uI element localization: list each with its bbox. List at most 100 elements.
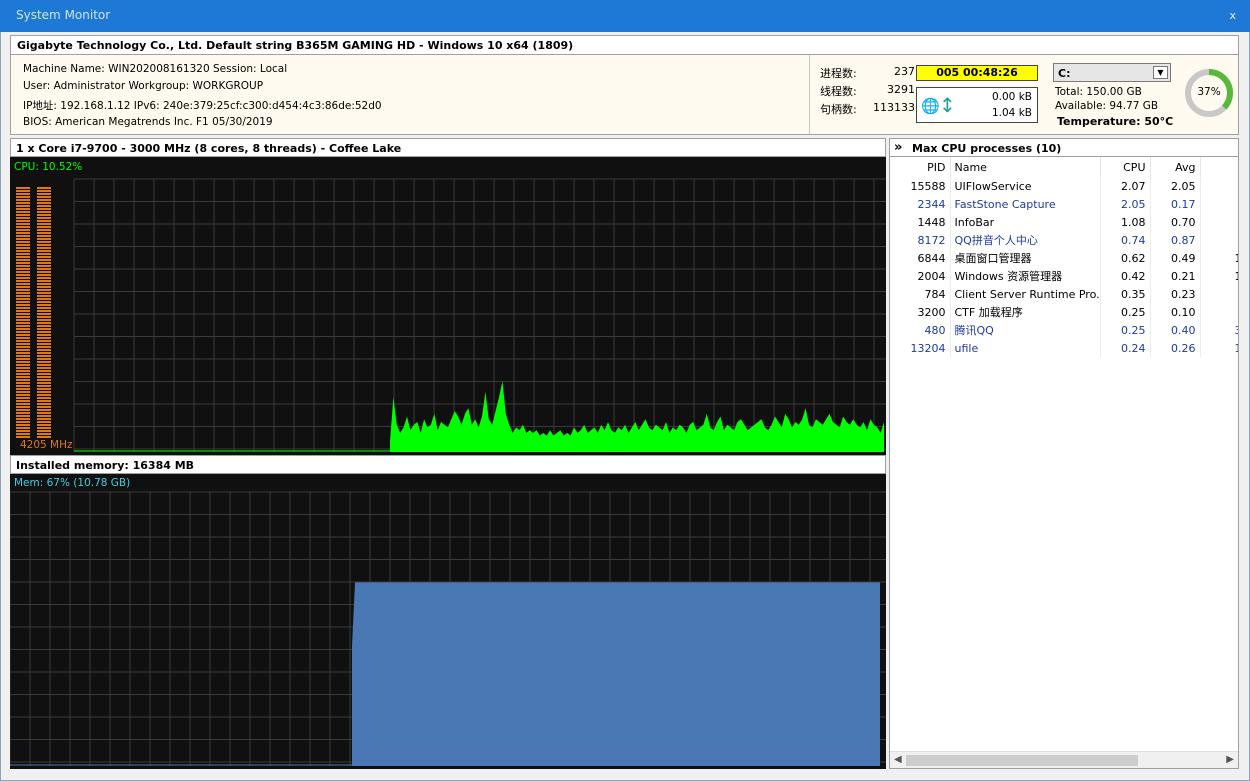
process-extra: 2	[1200, 285, 1238, 303]
bios-line: BIOS: American Megatrends Inc. F1 05/30/…	[23, 116, 273, 128]
column-header-avg[interactable]: Avg	[1150, 157, 1201, 177]
process-cpu: 0.25	[1100, 321, 1151, 339]
double-chevron-right-icon[interactable]: »	[894, 140, 902, 155]
close-button[interactable]: x	[1229, 9, 1236, 22]
cpu-grid	[73, 178, 886, 452]
processes-label: 进程数:	[820, 67, 857, 80]
process-avg: 0.23	[1150, 285, 1201, 303]
process-pid: 8172	[890, 231, 951, 249]
memory-panel-title: Installed memory: 16384 MB	[16, 459, 195, 472]
process-extra: 142	[1200, 339, 1238, 357]
disk-available: Available: 94.77 GB	[1055, 100, 1159, 112]
disk-usage-percent: 37%	[1197, 86, 1221, 98]
process-name: 桌面窗口管理器	[950, 249, 1101, 267]
table-row[interactable]: 13204ufile0.240.26142	[890, 339, 1238, 357]
counts-block: 进程数: 237 线程数: 3291 句柄数: 113133	[809, 55, 919, 134]
table-row[interactable]: 480腾讯QQ0.250.40390	[890, 321, 1238, 339]
table-row[interactable]: 784Client Server Runtime Pro...0.350.232	[890, 285, 1238, 303]
network-received: 0.00 kB	[991, 91, 1032, 103]
horizontal-scrollbar[interactable]: ◀ ▶	[890, 751, 1238, 768]
process-avg: 0.40	[1150, 321, 1201, 339]
disk-temperature: Temperature: 50°C	[1057, 115, 1174, 128]
threads-value: 3291	[887, 83, 915, 96]
memory-panel-header: Installed memory: 16384 MB	[10, 455, 886, 474]
table-row[interactable]: 15588UIFlowService2.072.0549	[890, 177, 1238, 195]
chevron-down-icon[interactable]: ▼	[1153, 66, 1168, 79]
network-traffic: 🌐 ↕ 0.00 kB 1.04 kB	[916, 87, 1038, 123]
up-down-arrow-icon: ↕	[939, 93, 956, 117]
table-row[interactable]: 6844桌面窗口管理器0.620.49113	[890, 249, 1238, 267]
process-avg: 0.70	[1150, 213, 1201, 231]
title-bar[interactable]: System Monitor x	[0, 0, 1250, 32]
table-row[interactable]: 8172QQ拼音个人中心0.740.8717	[890, 231, 1238, 249]
handles-value: 113133	[873, 101, 915, 114]
process-pid: 480	[890, 321, 951, 339]
column-header-extra[interactable]	[1200, 157, 1238, 177]
disk-total: Total: 150.00 GB	[1055, 86, 1142, 98]
memory-usage-series	[352, 582, 880, 766]
process-avg: 0.87	[1150, 231, 1201, 249]
process-cpu: 0.74	[1100, 231, 1151, 249]
system-title: Gigabyte Technology Co., Ltd. Default st…	[17, 39, 574, 52]
process-pid: 15588	[890, 177, 951, 195]
process-cpu: 0.24	[1100, 339, 1151, 357]
cpu-frequency-bar	[16, 187, 51, 438]
disk-usage-gauge: 37%	[1183, 67, 1235, 119]
process-cpu: 2.07	[1100, 177, 1151, 195]
process-cpu: 2.05	[1100, 195, 1151, 213]
memory-graph-canvas	[10, 491, 886, 766]
process-pid: 2004	[890, 267, 951, 285]
process-avg: 0.21	[1150, 267, 1201, 285]
scrollbar-thumb[interactable]	[906, 755, 1138, 766]
scroll-right-icon[interactable]: ▶	[1226, 754, 1234, 765]
process-pid: 3200	[890, 303, 951, 321]
drive-selected-value: C:	[1058, 67, 1071, 80]
process-name: FastStone Capture	[950, 195, 1101, 213]
machine-name-line: Machine Name: WIN202008161320 Session: L…	[23, 63, 288, 75]
column-header-name[interactable]: Name	[950, 157, 1101, 177]
process-pid: 1448	[890, 213, 951, 231]
handles-label: 句柄数:	[820, 103, 857, 116]
process-pid: 6844	[890, 249, 951, 267]
cpu-panel-header: 1 x Core i7-9700 - 3000 MHz (8 cores, 8 …	[10, 138, 886, 157]
processes-count: 进程数: 237	[820, 65, 915, 81]
process-panel-title: Max CPU processes (10)	[912, 142, 1062, 155]
process-extra: 31	[1200, 213, 1238, 231]
process-avg: 2.05	[1150, 177, 1201, 195]
process-pid: 13204	[890, 339, 951, 357]
column-header-cpu[interactable]: CPU	[1100, 157, 1151, 177]
process-name: ufile	[950, 339, 1101, 357]
process-cpu: 0.25	[1100, 303, 1151, 321]
system-info-panel: Machine Name: WIN202008161320 Session: L…	[10, 55, 1239, 135]
handles-count: 句柄数: 113133	[820, 101, 915, 117]
drive-select[interactable]: C: ▼	[1053, 63, 1171, 82]
process-avg: 0.49	[1150, 249, 1201, 267]
process-extra: 41	[1200, 303, 1238, 321]
table-row[interactable]: 1448InfoBar1.080.7031	[890, 213, 1238, 231]
network-sent: 1.04 kB	[991, 107, 1032, 119]
cpu-graph: CPU: 10.52% 4205 MHz	[10, 157, 886, 455]
memory-usage-label: Mem: 67% (10.78 GB)	[14, 477, 131, 489]
uptime-display: 005 00:48:26	[916, 65, 1038, 81]
process-list: PID Name CPU Avg 15588 UIFlowService 2.07 2…	[889, 157, 1239, 769]
process-extra: 15	[1200, 195, 1238, 213]
threads-count: 线程数: 3291	[820, 83, 915, 99]
table-row[interactable]: 2344FastStone Capture2.050.1715	[890, 195, 1238, 213]
process-avg: 0.17	[1150, 195, 1201, 213]
process-avg: 0.10	[1150, 303, 1201, 321]
table-row[interactable]: 3200CTF 加载程序0.250.1041	[890, 303, 1238, 321]
process-cpu: 0.35	[1100, 285, 1151, 303]
process-panel-header[interactable]: » Max CPU processes (10)	[889, 138, 1239, 157]
process-name: Client Server Runtime Pro...	[950, 285, 1101, 303]
process-name: 腾讯QQ	[950, 321, 1101, 339]
column-header-pid[interactable]: PID	[890, 157, 951, 177]
cpu-graph-canvas	[16, 178, 886, 452]
table-row[interactable]: 2004Windows 资源管理器0.420.21162	[890, 267, 1238, 285]
process-extra: 390	[1200, 321, 1238, 339]
user-line: User: Administrator Workgroup: WORKGROUP	[23, 80, 264, 92]
scroll-left-icon[interactable]: ◀	[894, 754, 902, 765]
process-table: PID Name CPU Avg 15588 UIFlowService 2.07 2…	[890, 157, 1238, 357]
processes-value: 237	[894, 65, 915, 78]
cpu-usage-series	[390, 381, 884, 452]
process-extra: 113	[1200, 249, 1238, 267]
